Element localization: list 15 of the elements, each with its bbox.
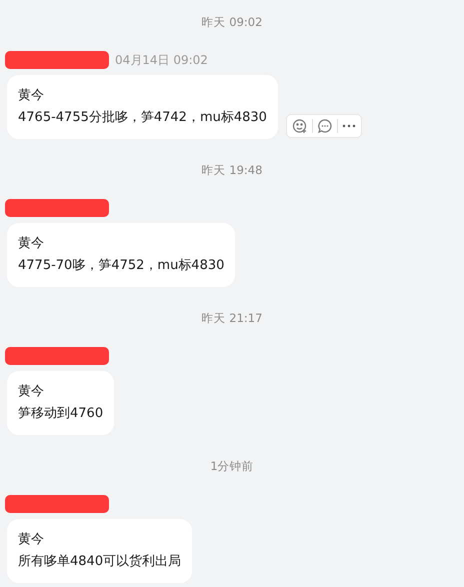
message-text: 所有哆单4840可以货利出局 xyxy=(18,553,182,571)
message-text: 4765-4755分批哆，笋4742，mu标4830 xyxy=(18,109,267,127)
sender-name: 黄今 xyxy=(18,235,45,253)
time-divider: 昨天 09:02 xyxy=(202,14,262,31)
sender-name: 黄今 xyxy=(18,87,45,105)
comment-icon[interactable] xyxy=(316,118,333,134)
time-divider: 1分钟前 xyxy=(210,458,254,475)
time-divider: 昨天 19:48 xyxy=(202,162,262,179)
time-divider: 昨天 21:17 xyxy=(202,310,262,327)
emoji-add-icon[interactable] xyxy=(292,118,308,134)
message-text: 4775-70哆，笋4752，mu标4830 xyxy=(18,257,224,275)
sender-name: 黄今 xyxy=(18,383,45,401)
sender-name: 黄今 xyxy=(18,531,45,549)
message-text: 笋移动到4760 xyxy=(18,405,104,423)
message-time: 04月14日 09:02 xyxy=(115,52,208,68)
